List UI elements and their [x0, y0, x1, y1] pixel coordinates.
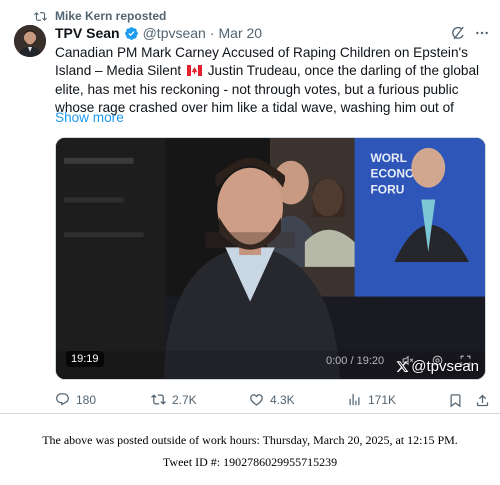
- tweet-text: Canadian PM Mark Carney Accused of Rapin…: [55, 44, 490, 117]
- video-watermark: @tpvsean: [396, 358, 479, 375]
- views-button[interactable]: 171K: [347, 392, 396, 407]
- grok-icon[interactable]: [450, 25, 466, 41]
- share-icon[interactable]: [475, 393, 490, 408]
- views-chart-icon: [349, 393, 360, 406]
- bookmark-icon[interactable]: [448, 393, 463, 408]
- canada-flag-icon: [186, 63, 202, 81]
- action-bar: 180 2.7K 4.3K 171K: [55, 392, 490, 410]
- heart-icon: [250, 394, 263, 406]
- video-player[interactable]: WORL ECONO FORU 19:19 0:00 / 19:20 @tpvs…: [55, 137, 486, 380]
- x-logo-icon: [396, 361, 409, 373]
- tweet-id: Tweet ID #: 1902786029955715239: [162, 455, 338, 469]
- like-count: 4.3K: [270, 392, 295, 407]
- watermark-handle: @tpvsean: [411, 358, 479, 375]
- like-button[interactable]: 4.3K: [249, 392, 295, 407]
- more-options-icon[interactable]: [474, 25, 490, 41]
- reply-icon: [56, 393, 69, 406]
- repost-context[interactable]: Mike Kern reposted: [34, 9, 166, 23]
- separator-dot: ·: [209, 25, 215, 41]
- backdrop-text-3: FORU: [371, 183, 405, 197]
- post-timestamp[interactable]: Mar 20: [219, 25, 263, 41]
- repost-count: 2.7K: [172, 392, 197, 407]
- view-count: 171K: [368, 392, 397, 407]
- backdrop-text-2: ECONO: [371, 167, 415, 181]
- author-avatar[interactable]: [14, 25, 46, 57]
- verified-badge-icon: [124, 26, 139, 41]
- video-time-readout: 0:00 / 19:20: [326, 355, 385, 367]
- repost-button[interactable]: 2.7K: [151, 392, 197, 407]
- posted-note: The above was posted outside of work hou…: [42, 433, 458, 447]
- reply-button[interactable]: 180: [55, 392, 96, 407]
- backdrop-text-1: WORL: [371, 151, 407, 165]
- repost-icon: [34, 11, 47, 21]
- reply-count: 180: [76, 392, 97, 407]
- repost-label: Mike Kern reposted: [55, 9, 167, 23]
- repost-action-icon: [151, 394, 166, 405]
- author-name[interactable]: TPV Sean: [55, 25, 120, 41]
- tweet-header: TPV Sean @tpvsean · Mar 20: [55, 25, 470, 41]
- author-handle[interactable]: @tpvsean: [143, 25, 206, 41]
- video-duration-badge: 19:19: [66, 351, 104, 367]
- show-more-link[interactable]: Show more: [55, 110, 124, 125]
- tweet-card[interactable]: Mike Kern reposted TPV Sean @tpvsean · M…: [0, 0, 500, 414]
- video-thumbnail: WORL ECONO FORU: [56, 138, 485, 379]
